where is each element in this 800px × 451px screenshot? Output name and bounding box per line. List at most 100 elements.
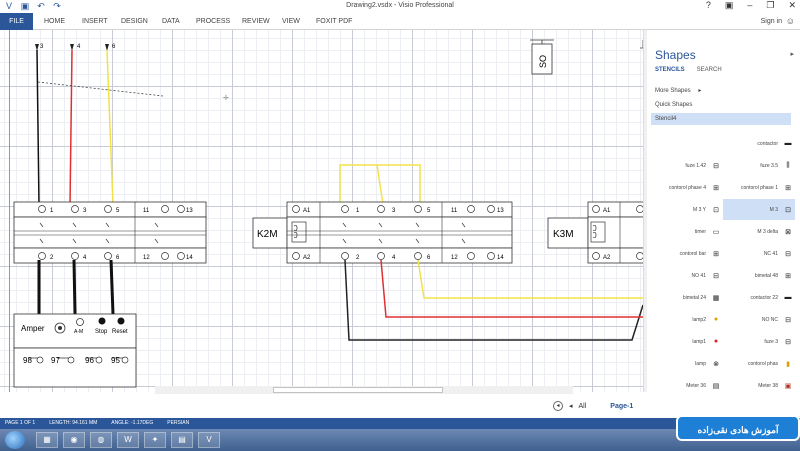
sign-in-link[interactable]: Sign in [761,13,782,30]
black-output-wire[interactable] [344,259,643,341]
thick-wire-3[interactable] [109,259,115,315]
stencil-shape-bimetal-24[interactable]: bimetal 24 ▦ [651,287,723,308]
restore-button[interactable]: ❐ [766,0,774,11]
contactor-k1[interactable] [13,201,207,264]
shape-label: M 3 [769,206,778,213]
status-page[interactable]: PAGE 1 OF 1 [5,418,35,429]
chrome-icon[interactable]: ◍ [90,432,112,448]
stencil-4-item[interactable]: Stencil4 [651,113,791,125]
terminal-icon[interactable]: ▤ [171,432,193,448]
black-feed-wire[interactable] [36,49,40,206]
k2m-coil-a2: A2 [303,255,311,261]
tab-process[interactable]: PROCESS [196,13,230,30]
tab-view[interactable]: VIEW [282,13,300,30]
tab-stencils[interactable]: STENCILS [655,67,685,73]
horizontal-scroll-thumb[interactable] [273,387,443,393]
contactor-icon: ▬ [784,140,792,147]
tab-data[interactable]: DATA [162,13,180,30]
ribbon-tabs: FILE HOME INSERT DESIGN DATA PROCESS REV… [0,13,800,30]
shapes-pane: Shapes ▸ STENCILS SEARCH More Shapes ▸ Q… [647,43,800,418]
k2m-terminal-12: 12 [451,255,458,261]
thick-wire-2[interactable] [72,259,77,315]
shape-label: contorol phase 1 [741,184,778,191]
contact-96-label: 96 [85,356,94,365]
shape-label: NC 41 [763,250,778,257]
yellow-output-wire[interactable] [417,259,643,299]
tab-insert[interactable]: INSERT [82,13,108,30]
shapes-pane-title: Shapes [655,48,696,62]
tab-foxit-pdf[interactable]: FOXIT PDF [316,13,352,30]
stencil-shape-m3[interactable]: M 3 ⊡ [723,199,795,220]
status-language[interactable]: PERSIAN [167,418,189,429]
tab-page-1[interactable]: Page-1 [610,403,633,410]
contactor-icon: ▬ [784,294,792,301]
motor-delta-icon: ⊠ [785,228,791,236]
contactor-k2m[interactable] [252,201,513,264]
tab-file[interactable]: FILE [0,13,33,30]
quick-shapes-item[interactable]: Quick Shapes [651,99,791,111]
minimize-button[interactable]: – [747,0,752,11]
stencil-shape-no-nc[interactable]: NO NC ⊟ [723,309,795,330]
stencil-shape-control-bar[interactable]: contorol bar ⊞ [651,243,723,264]
tab-design[interactable]: DESIGN [121,13,148,30]
stencil-shape-contactor[interactable]: contactor ▬ [723,133,795,154]
more-shapes-menu[interactable]: More Shapes ▸ [651,85,791,97]
visio-taskbar-icon[interactable]: V [198,432,220,448]
horizontal-scrollbar[interactable] [155,386,573,394]
all-pages-icon[interactable]: ◂ [569,402,573,410]
word-icon[interactable]: W [117,432,139,448]
control-phase-icon: ⊞ [785,184,791,192]
collapse-pane-icon[interactable]: ▸ [790,50,794,58]
tab-search[interactable]: SEARCH [697,67,722,73]
stencil-shape-meter-38[interactable]: Meter 38 ▣ [723,375,795,396]
yellow-cross-wire[interactable] [376,164,384,205]
dashed-connector[interactable] [37,81,164,97]
stencil-shape-lamp[interactable]: lamp ⊗ [651,353,723,374]
fuze-icon: ⊟ [713,162,719,170]
red-feed-wire[interactable] [69,49,73,206]
stencil-shape-fuze-3[interactable]: fuze 3 ⊟ [723,331,795,352]
stencil-shape-m3-delta[interactable]: M 3 delta ⊠ [723,221,795,242]
stencil-shape-no-41[interactable]: NO 41 ⊟ [651,265,723,286]
bimetal-icon: ⊞ [785,272,791,280]
start-button[interactable] [5,431,25,449]
shape-label: contorol phase 4 [669,184,706,191]
close-button[interactable]: ✕ [788,0,796,11]
timer-icon: ▭ [712,228,720,236]
stencil-shape-nc-41[interactable]: NC 41 ⊟ [723,243,795,264]
help-button[interactable]: ? [706,0,711,11]
red-output-wire[interactable] [380,259,643,318]
circuit-diagram[interactable]: 3 4 6 ✛ 1 3 5 11 13 2 4 6 12 14 Amper A-… [0,30,643,392]
yellow-feed-wire[interactable] [106,49,114,206]
stencil-shape-control-phase-1[interactable]: contorol phase 1 ⊞ [723,177,795,198]
stencil-shape-m3y[interactable]: M 3 Y ⊡ [651,199,723,220]
pin-app-icon[interactable]: ✦ [144,432,166,448]
stencil-shape-fuze-3-5[interactable]: fuze 3.5 ⫼ [723,155,795,176]
tab-review[interactable]: REVIEW [242,13,270,30]
shape-label: contorol bar [679,250,706,257]
no-nc-contact-icon: ⊟ [785,316,791,324]
tab-all-pages[interactable]: All [579,403,587,410]
stencil-shape-timer[interactable]: timer ▭ [651,221,723,242]
contact-98-label: 98 [23,356,32,365]
stencil-shape-lamp1[interactable]: lamp1 ● [651,331,723,352]
ribbon-display-button[interactable]: ▣ [725,0,734,11]
shapes-pane-tabs: STENCILS SEARCH [655,67,722,73]
tab-home[interactable]: HOME [44,13,65,30]
stencil-shape-control-phase[interactable]: contorol phas ▮ [723,353,795,374]
explorer-icon[interactable]: ▦ [36,432,58,448]
media-icon[interactable]: ◉ [63,432,85,448]
stencil-shape-lamp2[interactable]: lamp2 ● [651,309,723,330]
shape-label: contactor 22 [750,294,778,301]
stencil-shape-contactor-22[interactable]: contactor 22 ▬ [723,287,795,308]
stencil-shape-fuze-1-42[interactable]: fuze 1.42 ⊟ [651,155,723,176]
page-navigation: ◂ ◂ All Page-1 [553,399,633,413]
stencil-shape-control-phase-4[interactable]: contorol phase 4 ⊞ [651,177,723,198]
drawing-canvas[interactable]: 3 4 6 ✛ 1 3 5 11 13 2 4 6 12 14 Amper A-… [0,30,643,392]
stencil-shape-bimetal-48[interactable]: bimetal 48 ⊞ [723,265,795,286]
smiley-feedback-icon[interactable]: ☺ [786,16,795,26]
page-nav-icon[interactable]: ◂ [553,401,563,411]
window-controls: ? ▣ – ❐ ✕ [706,0,796,11]
stencil-shape-meter-36[interactable]: Meter 36 ▤ [651,375,723,396]
shape-label: Meter 36 [686,382,706,389]
